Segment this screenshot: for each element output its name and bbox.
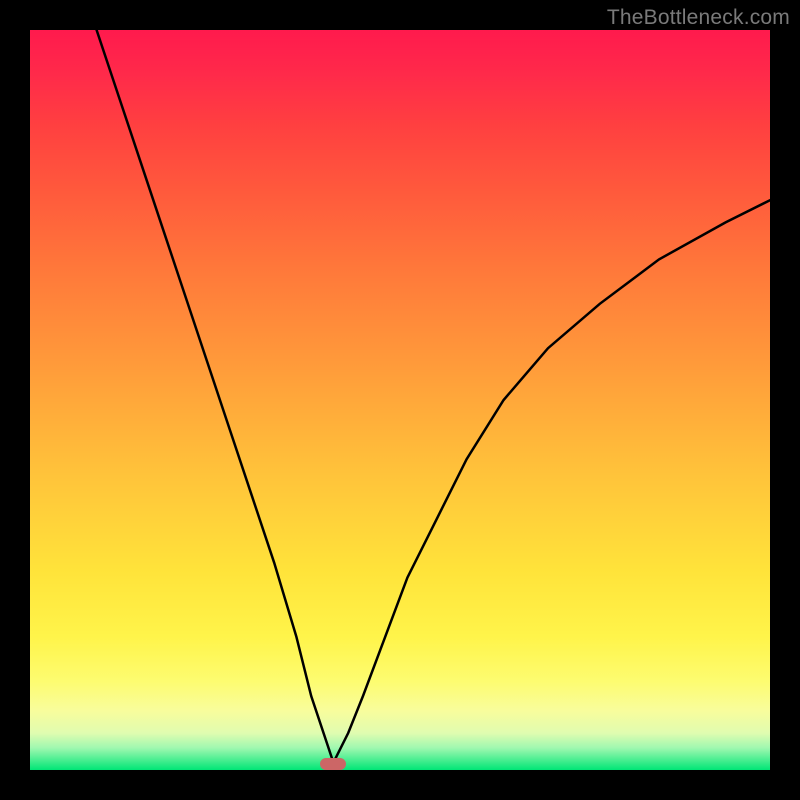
optimum-marker (320, 758, 346, 770)
right-branch-curve (333, 200, 770, 762)
chart-area (30, 30, 770, 770)
curve-svg (30, 30, 770, 770)
left-branch-curve (97, 30, 334, 763)
watermark-text: TheBottleneck.com (607, 6, 790, 30)
